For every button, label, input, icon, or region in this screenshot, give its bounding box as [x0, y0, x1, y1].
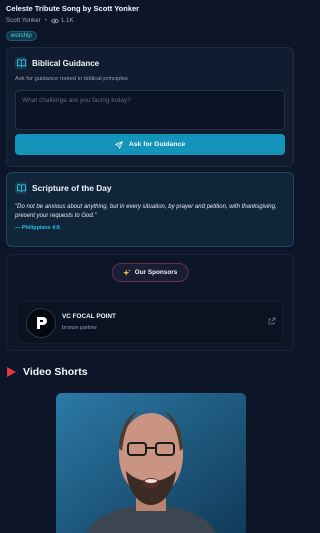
video-shorts-header: Video Shorts — [7, 366, 88, 378]
scripture-reference: — Philippians 4:6 — [15, 225, 60, 231]
view-count-value: 1.1K — [60, 17, 74, 24]
play-icon — [7, 367, 16, 377]
sponsor-card[interactable]: VC FOCAL POINT bronze partner — [17, 301, 283, 344]
external-link-icon[interactable] — [268, 317, 276, 325]
biblical-guidance-card: Biblical Guidance Ask for guidance roote… — [6, 47, 294, 167]
scripture-title: Scripture of the Day — [32, 183, 112, 193]
book-icon — [15, 57, 27, 69]
video-title: Celeste Tribute Song by Scott Yonker — [6, 4, 140, 13]
view-count: 1.1K — [50, 17, 74, 24]
sponsor-tier: bronze partner — [62, 325, 98, 331]
sponsors-badge-label: Our Sponsors — [134, 269, 178, 276]
guidance-title: Biblical Guidance — [32, 58, 100, 68]
video-short-thumbnail[interactable] — [56, 393, 246, 533]
video-thumbnail-image — [56, 393, 246, 533]
sponsors-section: Our Sponsors VC FOCAL POINT bronze partn… — [6, 254, 294, 351]
ask-guidance-label: Ask for Guidance — [128, 141, 186, 148]
book-icon — [15, 182, 27, 194]
sponsor-name: VC FOCAL POINT — [62, 313, 116, 320]
eye-icon — [50, 18, 59, 23]
tag-badge[interactable]: worship — [6, 31, 37, 41]
ask-guidance-button[interactable]: Ask for Guidance — [15, 134, 285, 155]
video-author[interactable]: Scott Yonker — [6, 17, 41, 24]
challenge-input-placeholder: What challenge are you facing today? — [22, 97, 131, 104]
scripture-verse: "Do not be anxious about anything, but i… — [15, 204, 277, 219]
send-icon — [114, 140, 123, 149]
guidance-subtitle: Ask for guidance rooted in biblical prin… — [15, 76, 128, 82]
scripture-card: Scripture of the Day "Do not be anxious … — [6, 172, 294, 247]
video-meta: Scott Yonker • 1.1K — [6, 17, 294, 24]
sparkle-icon — [122, 269, 131, 276]
video-shorts-title: Video Shorts — [23, 366, 88, 378]
sponsors-badge: Our Sponsors — [111, 263, 189, 282]
sponsor-logo — [26, 308, 56, 338]
challenge-input[interactable]: What challenge are you facing today? — [15, 90, 285, 130]
meta-separator: • — [44, 17, 47, 24]
video-info: Celeste Tribute Song by Scott Yonker Sco… — [0, 0, 300, 42]
